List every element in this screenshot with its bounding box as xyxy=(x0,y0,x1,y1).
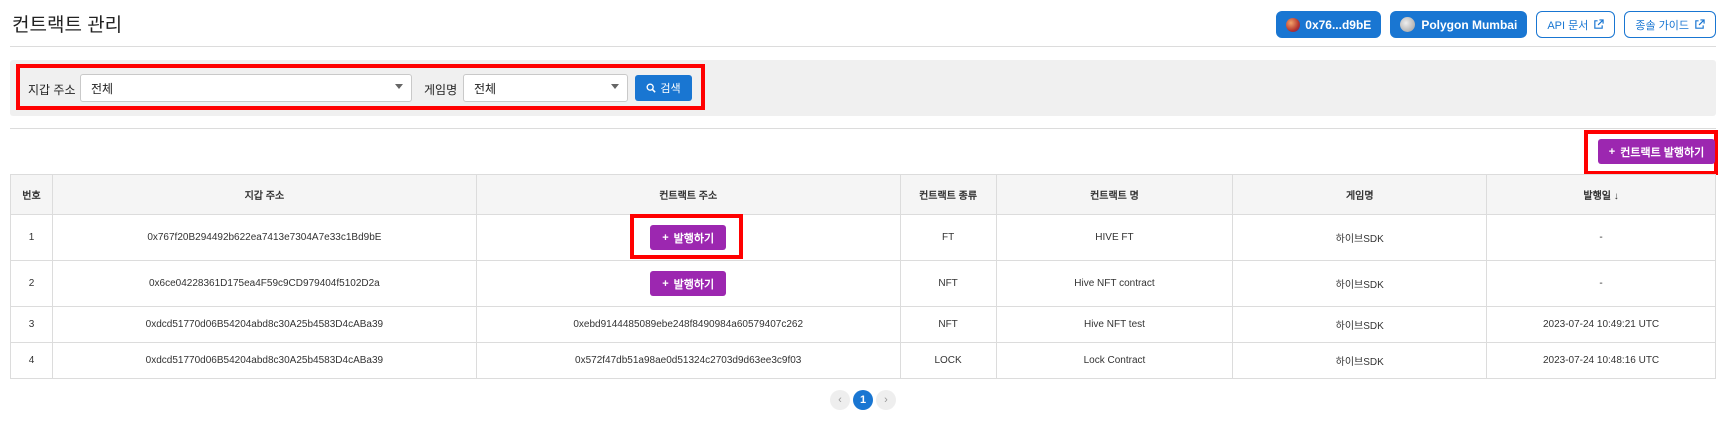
wallet-label: 0x76...d9bE xyxy=(1305,17,1372,32)
network-button[interactable]: Polygon Mumbai xyxy=(1390,11,1528,38)
external-link-icon xyxy=(1695,19,1705,29)
wallet-filter-label: 지갑 주소 xyxy=(28,83,76,97)
cell-game: 하이브SDK xyxy=(1232,306,1488,343)
page-button-1[interactable]: 1 xyxy=(853,390,873,410)
header-divider xyxy=(10,46,1716,47)
column-header-contract-type: 컨트랙트 종류 xyxy=(899,174,997,215)
cell-type: NFT xyxy=(899,260,997,307)
search-button[interactable]: 검색 xyxy=(635,75,692,101)
column-header-contract-name: 컨트랙트 명 xyxy=(995,174,1234,215)
page-title: 컨트랙트 관리 xyxy=(12,15,123,36)
cell-date: - xyxy=(1486,260,1716,307)
highlight-box-row-issue xyxy=(630,214,743,259)
issue-contract-button[interactable]: + 컨트랙트 발행하기 xyxy=(1598,139,1715,164)
cell-name: HIVE FT xyxy=(995,214,1234,261)
cell-type: LOCK xyxy=(899,342,997,379)
network-icon xyxy=(1400,17,1416,32)
chevron-down-icon xyxy=(395,84,403,89)
cell-no: 1 xyxy=(10,214,53,261)
game-select[interactable]: 전체 xyxy=(463,74,628,102)
section-divider xyxy=(10,128,1716,129)
api-docs-button[interactable]: API 문서 xyxy=(1536,11,1616,38)
wallet-select[interactable]: 전체 xyxy=(80,74,412,102)
search-icon xyxy=(646,83,657,93)
cell-game: 하이브SDK xyxy=(1232,260,1488,307)
cell-contract-address: + 발행하기 xyxy=(475,260,901,307)
wallet-button[interactable]: 0x76...d9bE xyxy=(1276,11,1382,38)
table-header-row: 번호 지갑 주소 컨트랙트 주소 컨트랙트 종류 컨트랙트 명 게임명 발행일 … xyxy=(10,174,1716,215)
cell-game: 하이브SDK xyxy=(1232,342,1488,379)
cell-wallet: 0xdcd51770d06B54204abd8c30A25b4583D4cABa… xyxy=(51,306,477,343)
game-filter-label: 게임명 xyxy=(424,83,458,97)
network-label: Polygon Mumbai xyxy=(1421,17,1518,32)
cell-type: NFT xyxy=(899,306,997,343)
cell-contract-address: 0x572f47db51a98ae0d51324c2703d9d63ee3c9f… xyxy=(475,342,901,379)
cell-no: 3 xyxy=(10,306,53,343)
cell-name: Lock Contract xyxy=(995,342,1234,379)
api-docs-label: API 문서 xyxy=(1547,19,1589,32)
cell-no: 4 xyxy=(10,342,53,379)
issue-button[interactable]: + 발행하기 xyxy=(650,271,727,296)
column-header-wallet: 지갑 주소 xyxy=(51,174,477,215)
cell-date: - xyxy=(1486,214,1716,261)
table-row: 4 0xdcd51770d06B54204abd8c30A25b4583D4cA… xyxy=(10,342,1716,379)
wallet-avatar-icon xyxy=(1286,17,1301,32)
column-header-game: 게임명 xyxy=(1232,174,1488,215)
cell-date: 2023-07-24 10:48:16 UTC xyxy=(1486,342,1716,379)
issue-contract-label: 컨트랙트 발행하기 xyxy=(1620,146,1705,159)
table-row: 3 0xdcd51770d06B54204abd8c30A25b4583D4cA… xyxy=(10,306,1716,343)
external-link-icon xyxy=(1594,19,1605,29)
prev-page-button[interactable]: ‹ xyxy=(830,390,850,410)
cell-type: FT xyxy=(899,214,997,261)
search-label: 검색 xyxy=(660,83,681,95)
cell-wallet: 0xdcd51770d06B54204abd8c30A25b4583D4cABa… xyxy=(51,342,477,379)
plus-icon: + xyxy=(1608,145,1616,158)
cell-wallet: 0x6ce04228361D175ea4F59c9CD979404f5102D2… xyxy=(51,260,477,307)
guide-label: 종솔 가이드 xyxy=(1635,19,1689,32)
cell-wallet: 0x767f20B294492b622ea7413e7304A7e33c1Bd9… xyxy=(51,214,477,261)
plus-icon: + xyxy=(662,277,669,290)
cell-contract-address: 0xebd9144485089ebe248f8490984a60579407c2… xyxy=(475,306,901,343)
table-row: 1 0x767f20B294492b622ea7413e7304A7e33c1B… xyxy=(10,214,1716,261)
cell-date: 2023-07-24 10:49:21 UTC xyxy=(1486,306,1716,343)
header-actions: 0x76...d9bE Polygon Mumbai API 문서 종솔 가이드 xyxy=(1276,11,1716,38)
column-header-no: 번호 xyxy=(10,174,53,215)
column-header-issue-date[interactable]: 발행일 ↓ xyxy=(1486,174,1716,215)
chevron-down-icon xyxy=(611,84,619,89)
pagination: ‹ 1 › xyxy=(0,390,1726,410)
issue-button-label: 발행하기 xyxy=(673,278,715,291)
next-page-button[interactable]: › xyxy=(876,390,896,410)
table-row: 2 0x6ce04228361D175ea4F59c9CD979404f5102… xyxy=(10,260,1716,307)
contracts-table: 번호 지갑 주소 컨트랙트 주소 컨트랙트 종류 컨트랙트 명 게임명 발행일 … xyxy=(10,174,1716,379)
game-select-value: 전체 xyxy=(474,81,497,96)
wallet-select-value: 전체 xyxy=(91,81,114,96)
column-header-contract-address: 컨트랙트 주소 xyxy=(475,174,901,215)
cell-name: Hive NFT test xyxy=(995,306,1234,343)
cell-game: 하이브SDK xyxy=(1232,214,1488,261)
guide-button[interactable]: 종솔 가이드 xyxy=(1624,11,1716,38)
cell-name: Hive NFT contract xyxy=(995,260,1234,307)
cell-no: 2 xyxy=(10,260,53,307)
